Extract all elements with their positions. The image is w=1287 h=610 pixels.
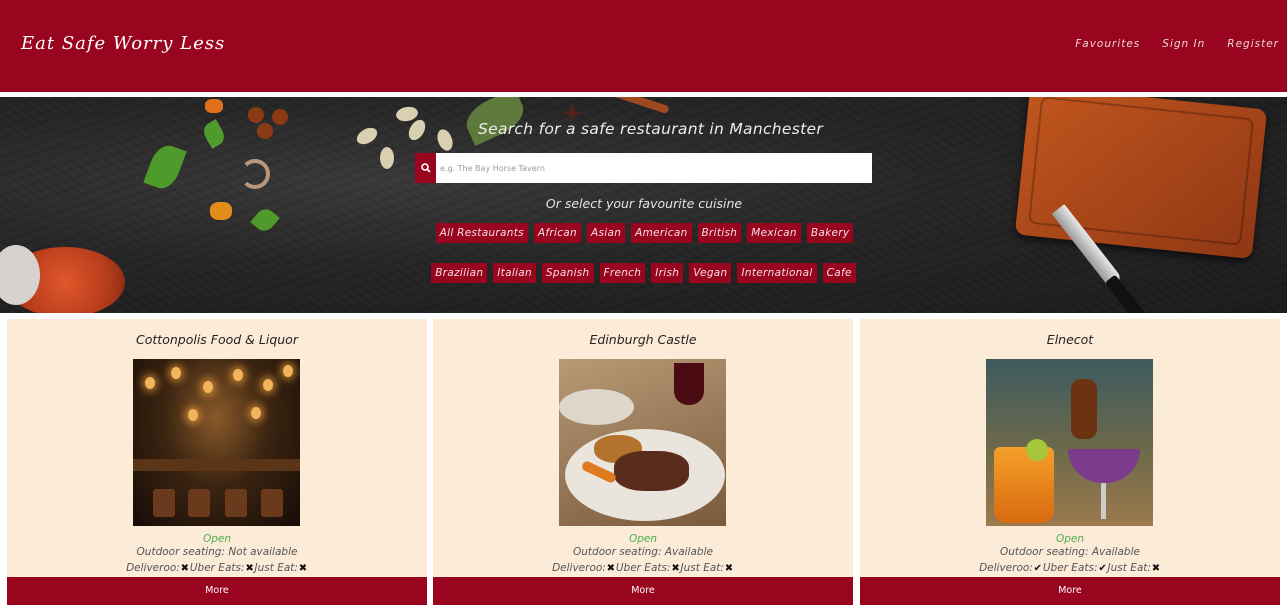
search-bar	[415, 153, 872, 183]
more-button[interactable]: More	[433, 577, 853, 605]
open-status: Open	[628, 533, 658, 545]
delivery-options: Deliveroo: ✔ Uber Eats: ✔ Just Eat: ✖	[860, 562, 1280, 574]
restaurant-photo[interactable]	[559, 359, 726, 526]
cuisine-chip-all-restaurants[interactable]: All Restaurants	[435, 223, 528, 243]
cuisine-chip-vegan[interactable]: Vegan	[689, 263, 732, 283]
outdoor-seating: Outdoor seating: Not available	[136, 546, 298, 558]
cuisine-chip-irish[interactable]: Irish	[651, 263, 684, 283]
open-status: Open	[202, 533, 232, 545]
restaurant-card: Edinburgh Castle Open Outdoor seating: A…	[433, 319, 853, 605]
cuisine-chip-brazilian[interactable]: Brazilian	[431, 263, 488, 283]
check-icon: ✔	[1098, 562, 1107, 574]
cross-icon: ✖	[1151, 562, 1161, 574]
cuisine-chip-spanish[interactable]: Spanish	[541, 263, 594, 283]
restaurant-card: Cottonpolis Food & Liquor Open Outdoor s…	[7, 319, 427, 605]
nav-link-favourites[interactable]: Favourites	[1075, 38, 1140, 50]
cuisine-chip-african[interactable]: African	[533, 223, 581, 243]
uber-eats-label: Uber Eats:	[615, 562, 671, 574]
restaurant-card: Elnecot Open Outdoor seating: Available …	[860, 319, 1280, 605]
search-input[interactable]	[436, 153, 872, 183]
cuisine-chip-international[interactable]: International	[737, 263, 817, 283]
cross-icon: ✖	[180, 562, 190, 574]
outdoor-seating: Outdoor seating: Available	[573, 546, 713, 558]
cuisine-chip-cafe[interactable]: Cafe	[822, 263, 856, 283]
cross-icon: ✖	[724, 562, 734, 574]
cross-icon: ✖	[298, 562, 308, 574]
deliveroo-label: Deliveroo:	[979, 562, 1033, 574]
uber-eats-label: Uber Eats:	[1042, 562, 1098, 574]
cross-icon: ✖	[245, 562, 254, 574]
cuisine-chip-american[interactable]: American	[631, 223, 692, 243]
cuisine-prompt: Or select your favourite cuisine	[545, 196, 743, 211]
restaurant-name[interactable]: Cottonpolis Food & Liquor	[7, 332, 427, 347]
cuisine-chip-bakery[interactable]: Bakery	[806, 223, 854, 243]
just-eat-label: Just Eat:	[680, 562, 724, 574]
brand-logo[interactable]: Eat Safe Worry Less	[21, 33, 225, 54]
deliveroo-label: Deliveroo:	[126, 562, 180, 574]
restaurant-name[interactable]: Edinburgh Castle	[433, 332, 853, 347]
just-eat-label: Just Eat:	[1107, 562, 1151, 574]
just-eat-label: Just Eat:	[254, 562, 298, 574]
nav-link-register[interactable]: Register	[1227, 38, 1279, 50]
restaurant-photo[interactable]	[133, 359, 300, 526]
deliveroo-label: Deliveroo:	[552, 562, 606, 574]
more-button[interactable]: More	[7, 577, 427, 605]
search-icon	[420, 163, 431, 173]
cuisine-row-1: All Restaurants African Asian American B…	[0, 223, 1287, 243]
more-button[interactable]: More	[860, 577, 1280, 605]
hero-title: Search for a safe restaurant in Manchest…	[477, 120, 824, 138]
cross-icon: ✖	[606, 562, 616, 574]
restaurant-photo[interactable]	[986, 359, 1153, 526]
cuisine-chip-mexican[interactable]: Mexican	[747, 223, 801, 243]
cuisine-chip-asian[interactable]: Asian	[586, 223, 626, 243]
delivery-options: Deliveroo: ✖ Uber Eats: ✖ Just Eat: ✖	[433, 562, 853, 574]
hero-banner: Search for a safe restaurant in Manchest…	[0, 97, 1287, 313]
open-status: Open	[1055, 533, 1085, 545]
nav-links: Favourites Sign In Register	[1075, 38, 1279, 50]
navbar: Eat Safe Worry Less Favourites Sign In R…	[0, 0, 1287, 92]
restaurant-name[interactable]: Elnecot	[860, 332, 1280, 347]
uber-eats-label: Uber Eats:	[189, 562, 245, 574]
cuisine-chip-french[interactable]: French	[599, 263, 646, 283]
outdoor-seating: Outdoor seating: Available	[1000, 546, 1140, 558]
nav-link-sign-in[interactable]: Sign In	[1162, 38, 1205, 50]
cross-icon: ✖	[671, 562, 680, 574]
check-icon: ✔	[1033, 562, 1043, 574]
restaurant-list: Cottonpolis Food & Liquor Open Outdoor s…	[7, 319, 1280, 605]
cuisine-chip-british[interactable]: British	[697, 223, 742, 243]
cuisine-chip-italian[interactable]: Italian	[493, 263, 536, 283]
cuisine-row-2: Brazilian Italian Spanish French Irish V…	[0, 263, 1287, 283]
delivery-options: Deliveroo: ✖ Uber Eats: ✖ Just Eat: ✖	[7, 562, 427, 574]
search-button[interactable]	[415, 153, 436, 183]
